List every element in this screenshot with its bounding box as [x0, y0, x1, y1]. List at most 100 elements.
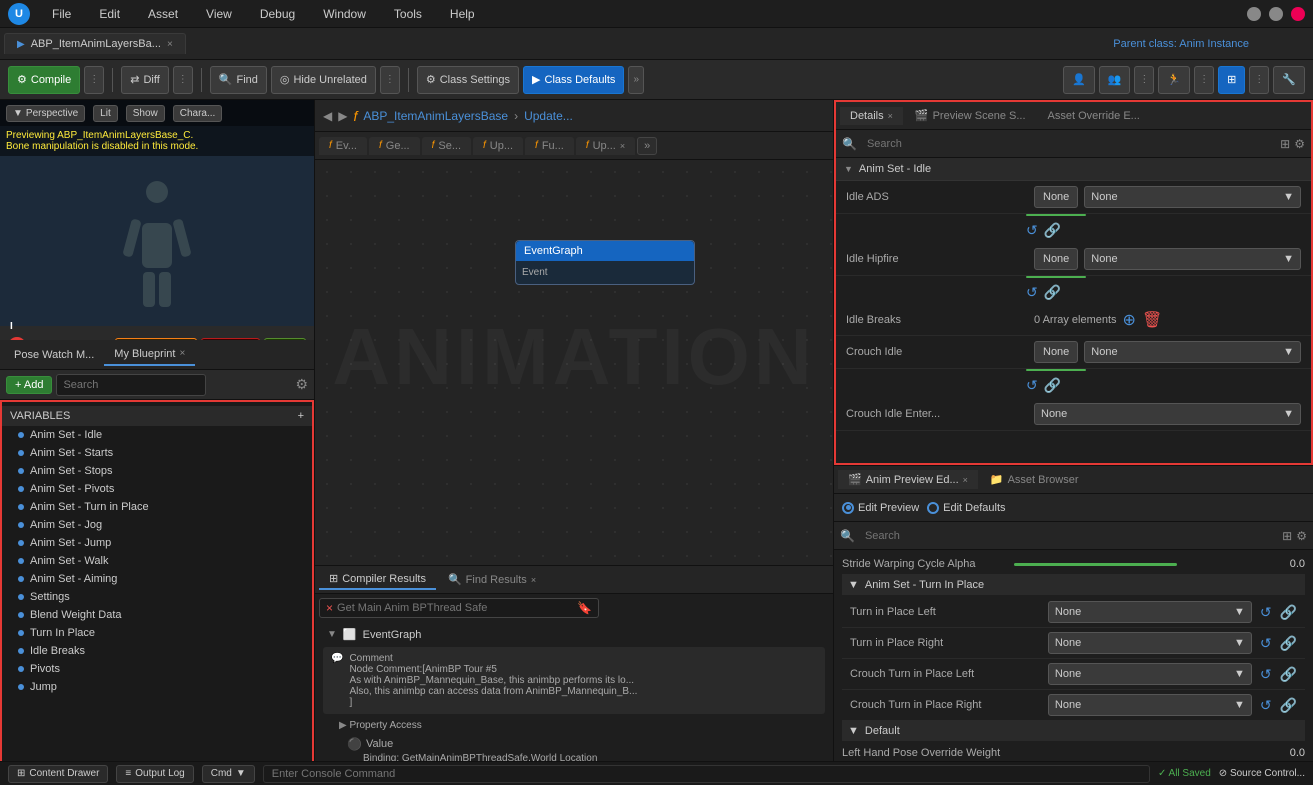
edit-preview-radio[interactable]: Edit Preview: [842, 502, 919, 514]
graph-tab-1[interactable]: f Ge...: [369, 137, 420, 155]
find-button[interactable]: 🔍 Find: [210, 66, 267, 94]
graph-tabs-more[interactable]: »: [637, 137, 657, 155]
idle-breaks-add-icon[interactable]: ⊕: [1123, 310, 1136, 330]
menu-asset[interactable]: Asset: [142, 5, 184, 23]
menu-tools[interactable]: Tools: [388, 5, 428, 23]
anim-set-idle-header[interactable]: ▼ Anim Set - Idle: [836, 158, 1311, 181]
idle-breaks-del-icon[interactable]: 🗑: [1142, 310, 1162, 330]
compiler-results-tab[interactable]: ⊞ Compiler Results: [319, 569, 436, 590]
var-item-6[interactable]: Anim Set - Jump: [2, 534, 312, 552]
add-variable-button[interactable]: + Add: [6, 376, 52, 394]
bp-search-input[interactable]: [56, 374, 206, 396]
details-tab[interactable]: Details ×: [840, 107, 903, 125]
turn-left-link-icon[interactable]: 🔗: [1280, 604, 1297, 621]
add-variable-icon[interactable]: +: [298, 410, 304, 422]
filter-close-icon[interactable]: ×: [326, 601, 333, 615]
crouch-turn-left-reset-icon[interactable]: ↺: [1260, 666, 1272, 683]
graph-tab-4[interactable]: f Fu...: [525, 137, 574, 155]
idle-ads-reset-icon[interactable]: ↺: [1026, 222, 1038, 239]
anim-preview-tab[interactable]: 🎬 Anim Preview Ed... ×: [838, 470, 978, 489]
crouch-idle-reset-icon[interactable]: ↺: [1026, 377, 1038, 394]
menu-help[interactable]: Help: [444, 5, 481, 23]
eg-comment-block[interactable]: 💬 Comment Node Comment:[AnimBP Tour #5 A…: [323, 647, 825, 714]
turn-in-place-section-header[interactable]: ▼ Anim Set - Turn In Place: [842, 575, 1305, 595]
output-log-button[interactable]: ≡ Output Log: [116, 765, 193, 783]
find-results-tab[interactable]: 🔍 Find Results ×: [438, 570, 546, 589]
class-defaults-button[interactable]: ▶ Class Defaults: [523, 66, 624, 94]
var-item-8[interactable]: Anim Set - Aiming: [2, 570, 312, 588]
var-item-4[interactable]: Anim Set - Turn in Place: [2, 498, 312, 516]
eg-section-header[interactable]: ▼ ⬜ EventGraph: [323, 626, 825, 643]
var-item-13[interactable]: Pivots: [2, 660, 312, 678]
my-blueprint-tab[interactable]: My Blueprint ×: [104, 344, 195, 366]
cmd-button[interactable]: Cmd ▼: [202, 765, 255, 783]
graph-tab-5-close[interactable]: ×: [620, 141, 625, 151]
idle-hipfire-reset-icon[interactable]: ↺: [1026, 284, 1038, 301]
diff-more[interactable]: ⋮: [173, 66, 193, 94]
layout-btn[interactable]: ⊞: [1218, 66, 1245, 94]
var-item-9[interactable]: Settings: [2, 588, 312, 606]
crouch-turn-left-dropdown[interactable]: None ▼: [1048, 663, 1252, 685]
menu-edit[interactable]: Edit: [93, 5, 126, 23]
crouch-turn-right-dropdown[interactable]: None ▼: [1048, 694, 1252, 716]
hide-unrelated-button[interactable]: ◎ Hide Unrelated: [271, 66, 376, 94]
show-button[interactable]: Show: [126, 105, 165, 122]
crouch-turn-right-link-icon[interactable]: 🔗: [1280, 697, 1297, 714]
var-item-2[interactable]: Anim Set - Stops: [2, 462, 312, 480]
graph-tab-5[interactable]: f Up... ×: [576, 137, 635, 155]
hide-more[interactable]: ⋮: [380, 66, 400, 94]
var-item-3[interactable]: Anim Set - Pivots: [2, 480, 312, 498]
chara-button[interactable]: Chara...: [173, 105, 223, 122]
eg-property-access[interactable]: ▶ Property Access: [323, 718, 825, 733]
preview-settings-icon[interactable]: ⚙: [1296, 529, 1307, 543]
my-blueprint-close[interactable]: ×: [179, 348, 185, 359]
parent-class-value[interactable]: Anim Instance: [1179, 38, 1249, 50]
anim-icon-btn-2[interactable]: 👥: [1099, 66, 1131, 94]
diff-button[interactable]: ⇄ Diff: [121, 66, 169, 94]
turn-left-dropdown[interactable]: None ▼: [1048, 601, 1252, 623]
details-tab-close[interactable]: ×: [888, 111, 893, 121]
turn-right-dropdown[interactable]: None ▼: [1048, 632, 1252, 654]
post-process-button[interactable]: ⚠ Post proce...: [115, 338, 197, 341]
compiler-filter-input[interactable]: [337, 602, 573, 614]
idle-ads-dropdown[interactable]: None ▼: [1084, 186, 1301, 208]
window-maximize[interactable]: □: [1269, 7, 1283, 21]
crouch-turn-right-reset-icon[interactable]: ↺: [1260, 697, 1272, 714]
preview-search-input[interactable]: [859, 526, 1278, 546]
preview-grid-icon[interactable]: ⊞: [1282, 529, 1292, 543]
graph-area[interactable]: ANIMATION EventGraph Event: [315, 160, 833, 565]
content-drawer-button[interactable]: ⊞ Content Drawer: [8, 765, 108, 783]
breadcrumb-project[interactable]: ABP_ItemAnimLayersBase: [363, 109, 508, 123]
menu-view[interactable]: View: [200, 5, 238, 23]
anim-more-2[interactable]: ⋮: [1194, 66, 1214, 94]
compile-more[interactable]: ⋮: [84, 66, 104, 94]
pause-button[interactable]: ⏸: [30, 337, 37, 340]
graph-tab-2[interactable]: f Se...: [422, 137, 471, 155]
details-search-input[interactable]: [861, 134, 1276, 154]
var-item-7[interactable]: Anim Set - Walk: [2, 552, 312, 570]
console-command-input[interactable]: [263, 765, 1150, 783]
crouch-idle-dropdown[interactable]: None ▼: [1084, 341, 1301, 363]
var-item-10[interactable]: Blend Weight Data: [2, 606, 312, 624]
anim-icon-btn-3[interactable]: 🏃: [1158, 66, 1190, 94]
layout-more[interactable]: ⋮: [1249, 66, 1269, 94]
graph-tab-3[interactable]: f Up...: [473, 137, 523, 155]
class-settings-button[interactable]: ⚙ Class Settings: [417, 66, 519, 94]
disable-button[interactable]: ✕ Disable: [201, 338, 260, 341]
preview-scene-tab[interactable]: 🎬 Preview Scene S...: [905, 106, 1036, 125]
idle-ads-link-icon[interactable]: 🔗: [1044, 222, 1061, 239]
tab-close-btn[interactable]: ×: [167, 39, 173, 50]
breadcrumb-current[interactable]: Update...: [524, 109, 573, 123]
idle-ads-none-btn[interactable]: None: [1034, 186, 1078, 208]
anim-icon-btn-1[interactable]: 👤: [1063, 66, 1095, 94]
details-settings-icon[interactable]: ⚙: [1294, 137, 1305, 151]
var-item-12[interactable]: Idle Breaks: [2, 642, 312, 660]
step-button[interactable]: ⏭: [41, 337, 54, 340]
graph-node[interactable]: EventGraph Event: [515, 240, 695, 285]
bp-settings-icon[interactable]: ⚙: [295, 376, 308, 393]
idle-hipfire-dropdown[interactable]: None ▼: [1084, 248, 1301, 270]
record-button[interactable]: [8, 337, 26, 340]
main-tab[interactable]: ▶ ABP_ItemAnimLayersBa... ×: [4, 33, 186, 54]
crouch-idle-link-icon[interactable]: 🔗: [1044, 377, 1061, 394]
lit-button[interactable]: Lit: [93, 105, 118, 122]
